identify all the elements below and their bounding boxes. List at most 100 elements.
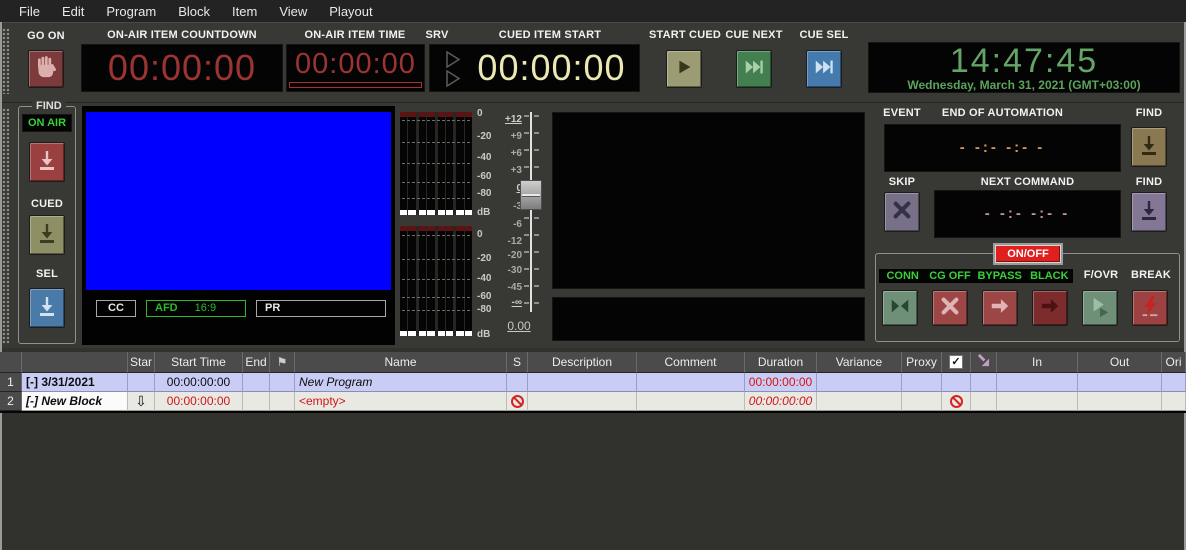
meter-scale--20: -20 <box>477 253 491 264</box>
variance-cell[interactable] <box>817 373 902 392</box>
header-comment[interactable]: Comment <box>637 352 745 373</box>
fader-thumb[interactable] <box>520 180 542 210</box>
header-description[interactable]: Description <box>528 352 637 373</box>
start-time-cell[interactable]: 00:00:00:00 <box>155 392 243 411</box>
find-next-command-button[interactable] <box>1131 192 1167 232</box>
menu-block[interactable]: Block <box>167 2 221 21</box>
download-arrow-icon <box>1137 133 1161 162</box>
out-cell[interactable] <box>1078 392 1162 411</box>
star-cell[interactable]: ⇩ <box>128 392 155 411</box>
header-star[interactable]: Star <box>128 352 155 373</box>
fader-mark-0[interactable]: 0 <box>496 183 522 194</box>
header-row-number <box>0 352 22 373</box>
row-number[interactable]: 2 <box>0 392 22 411</box>
flag-cell[interactable] <box>270 392 295 411</box>
in-cell[interactable] <box>997 392 1078 411</box>
header-status[interactable]: S <box>507 352 528 373</box>
start-cued-button[interactable] <box>666 50 702 88</box>
menu-view[interactable]: View <box>268 2 318 21</box>
playout-window: File Edit Program Block Item View Playou… <box>0 0 1186 550</box>
skip-button[interactable] <box>884 192 920 232</box>
header-out[interactable]: Out <box>1078 352 1162 373</box>
header-proxy[interactable]: Proxy <box>902 352 942 373</box>
cued-start-label: CUED ITEM START <box>470 29 630 41</box>
cue-next-button[interactable] <box>736 50 772 88</box>
header-tree[interactable] <box>22 352 128 373</box>
end-cell[interactable] <box>243 373 270 392</box>
header-variance[interactable]: Variance <box>817 352 902 373</box>
end-cell[interactable] <box>243 392 270 411</box>
tree-cell[interactable]: [-] New Block <box>22 392 128 411</box>
playlist-grid: Star Start Time End ⚑ Name S Description… <box>0 352 1186 413</box>
connect-button[interactable] <box>882 290 918 326</box>
automation-on-off-button[interactable]: ON/OFF <box>995 245 1061 263</box>
comment-cell[interactable] <box>637 392 745 411</box>
skip-next-icon <box>813 56 835 83</box>
header-name[interactable]: Name <box>295 352 507 373</box>
menu-file[interactable]: File <box>8 2 51 21</box>
description-cell[interactable] <box>528 373 637 392</box>
fader-mark-minus12: -12 <box>496 236 522 247</box>
next-command-value: - -:- -:- - <box>935 191 1120 237</box>
ori-cell[interactable] <box>1162 373 1186 392</box>
status-cell[interactable] <box>507 373 528 392</box>
bypass-button[interactable] <box>982 290 1018 326</box>
header-skipped[interactable] <box>971 352 997 373</box>
menu-item[interactable]: Item <box>221 2 268 21</box>
header-flag[interactable]: ⚑ <box>270 352 295 373</box>
black-output-button[interactable] <box>1032 290 1068 326</box>
fovr-label: F/OVR <box>1078 269 1124 281</box>
checked-cell[interactable] <box>942 373 971 392</box>
out-cell[interactable] <box>1078 373 1162 392</box>
secondary-display <box>552 112 865 289</box>
find-sel-button[interactable] <box>29 288 65 328</box>
find-on-air-button[interactable] <box>29 142 65 182</box>
in-cell[interactable] <box>997 373 1078 392</box>
meter-scale--40: -40 <box>477 152 491 163</box>
fader-track[interactable] <box>530 112 532 312</box>
duration-cell[interactable]: 00:00:00:00 <box>745 392 817 411</box>
variance-cell[interactable] <box>817 392 902 411</box>
name-cell[interactable]: <empty> <box>295 392 507 411</box>
tree-cell[interactable]: [-] 3/31/2021 <box>22 373 128 392</box>
name-cell[interactable]: New Program <box>295 373 507 392</box>
cc-indicator: CC <box>96 300 136 317</box>
row-number[interactable]: 1 <box>0 373 22 392</box>
no-entry-icon <box>950 395 963 408</box>
header-end[interactable]: End <box>243 352 270 373</box>
go-on-button[interactable] <box>28 50 64 88</box>
comment-cell[interactable] <box>637 373 745 392</box>
status-cell[interactable] <box>507 392 528 411</box>
fader-gain-value[interactable]: 0.00 <box>498 319 540 333</box>
next-command-label: NEXT COMMAND <box>934 176 1121 188</box>
description-cell[interactable] <box>528 392 637 411</box>
fader-mark-minusinf[interactable]: -∞ <box>496 297 522 308</box>
header-ori[interactable]: Ori <box>1162 352 1186 373</box>
header-in[interactable]: In <box>997 352 1078 373</box>
toolbar-grip[interactable] <box>2 108 10 344</box>
menu-edit[interactable]: Edit <box>51 2 95 21</box>
menu-program[interactable]: Program <box>95 2 167 21</box>
menu-playout[interactable]: Playout <box>318 2 383 21</box>
star-cell[interactable] <box>128 373 155 392</box>
proxy-cell[interactable] <box>902 392 942 411</box>
find-end-button[interactable] <box>1131 127 1167 167</box>
find-cued-button[interactable] <box>29 215 65 255</box>
proxy-cell[interactable] <box>902 373 942 392</box>
header-start-time[interactable]: Start Time <box>155 352 243 373</box>
flag-cell[interactable] <box>270 373 295 392</box>
skipped-cell[interactable] <box>971 392 997 411</box>
header-duration[interactable]: Duration <box>745 352 817 373</box>
checked-cell[interactable] <box>942 392 971 411</box>
fade-over-button[interactable] <box>1082 290 1118 326</box>
ori-cell[interactable] <box>1162 392 1186 411</box>
toolbar-grip[interactable] <box>2 28 10 94</box>
skipped-cell[interactable] <box>971 373 997 392</box>
start-time-cell[interactable]: 00:00:00:00 <box>155 373 243 392</box>
cue-sel-button[interactable] <box>806 50 842 88</box>
fader-mark-plus12[interactable]: +12 <box>496 114 522 125</box>
header-checked[interactable]: ✓ <box>942 352 971 373</box>
break-button[interactable] <box>1132 290 1168 326</box>
duration-cell[interactable]: 00:00:00:00 <box>745 373 817 392</box>
cg-off-button[interactable] <box>932 290 968 326</box>
